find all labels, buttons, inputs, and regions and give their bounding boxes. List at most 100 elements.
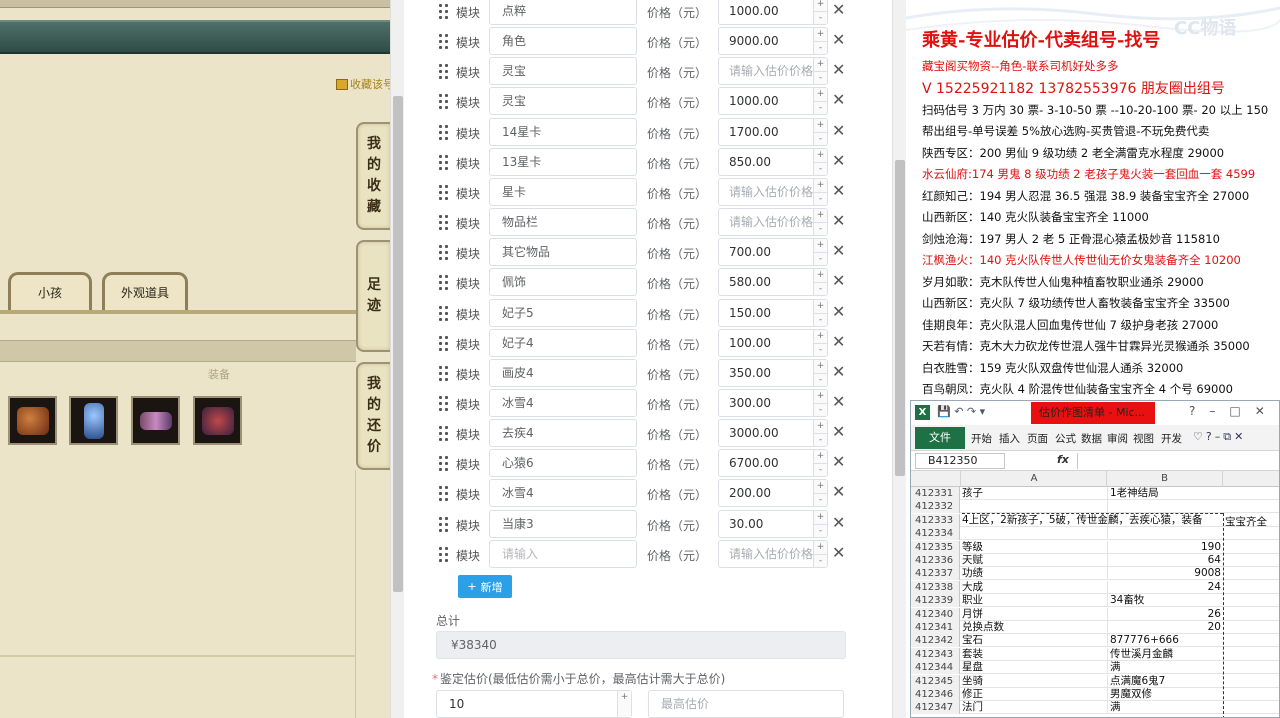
drag-handle-icon[interactable] [439,365,448,381]
delete-row-icon[interactable]: ✕ [832,91,845,109]
tab-file[interactable]: 文件 [915,427,965,449]
number-stepper[interactable]: + - [813,329,827,356]
tab-developer[interactable]: 开发 [1161,431,1182,446]
name-box[interactable]: B412350 [915,453,1005,469]
drag-handle-icon[interactable] [439,335,448,351]
row-header[interactable]: 412336 [911,554,960,567]
delete-row-icon[interactable]: ✕ [832,181,845,200]
row-header[interactable]: 412335 [911,540,960,554]
left-scrollbar[interactable] [390,0,404,718]
module-name-input[interactable]: 请输入 [489,539,637,568]
form-scrollbar[interactable] [892,0,906,718]
quick-access-toolbar[interactable]: 💾 ↶ ↷ ▾ [937,405,985,418]
number-stepper[interactable]: + - [813,88,827,115]
max-estimate-input[interactable]: 最高估价 [648,690,844,718]
increment-icon[interactable]: + [814,88,827,101]
cell-a[interactable] [962,527,1106,540]
drag-handle-icon[interactable] [439,275,448,291]
delete-row-icon[interactable]: ✕ [832,272,845,290]
ribbon-icons[interactable]: ♡?–⧉✕ [1193,430,1246,444]
row-header[interactable]: 412341 [911,621,960,634]
decrement-icon[interactable]: - [814,41,827,54]
number-stepper[interactable]: + - [813,420,827,447]
increment-icon[interactable]: + [814,360,827,373]
module-name-input[interactable]: 冰雪4 [489,388,637,417]
cell-b[interactable]: 1老神结局 [1107,487,1223,500]
heart-icon[interactable]: ♡ [1193,430,1206,443]
scrollbar-thumb[interactable] [393,96,403,592]
increment-icon[interactable]: + [814,269,827,282]
number-stepper[interactable]: + - [813,209,827,236]
delete-row-icon[interactable]: ✕ [832,362,845,381]
tab-child[interactable]: 小孩 [8,272,92,310]
drag-handle-icon[interactable] [439,94,448,110]
drag-handle-icon[interactable] [439,426,448,442]
number-stepper[interactable]: + - [813,480,827,507]
save-icon[interactable]: 💾 [937,405,951,418]
increment-icon[interactable]: + [814,149,827,162]
fx-icon[interactable]: fx [1057,453,1069,466]
number-stepper[interactable]: + - [813,178,827,205]
drag-handle-icon[interactable] [439,34,448,50]
decrement-icon[interactable]: - [814,402,827,416]
increment-icon[interactable]: + [814,179,827,192]
maximize-icon[interactable]: □ [1229,404,1254,418]
module-name-input[interactable]: 画皮4 [489,358,637,387]
decrement-icon[interactable]: - [814,312,827,326]
tab-formulas[interactable]: 公式 [1055,431,1076,446]
number-stepper[interactable]: + - [813,359,827,386]
delete-row-icon[interactable]: ✕ [832,242,845,260]
row-header[interactable]: 412333 [911,513,960,527]
increment-icon[interactable]: + [814,420,827,433]
minimize-ribbon-icon[interactable]: – [1215,430,1224,443]
price-input[interactable]: 200.00 + - [718,479,828,508]
cell-a[interactable]: 坐骑 [962,675,1106,688]
decrement-icon[interactable]: - [814,71,827,84]
redo-icon[interactable]: ↷ [967,405,976,418]
price-input[interactable]: 请输入估价价格 + - [718,177,828,206]
increment-icon[interactable]: + [814,58,827,71]
number-stepper[interactable]: + - [813,239,827,266]
cell-b[interactable]: 64 [1107,554,1223,567]
tab-review[interactable]: 审阅 [1107,431,1128,446]
increment-icon[interactable]: + [814,450,827,463]
delete-row-icon[interactable]: ✕ [832,423,845,441]
row-header[interactable]: 412345 [911,674,960,688]
drag-handle-icon[interactable] [439,305,448,321]
cell-b[interactable]: 男魔双修 [1107,688,1223,701]
number-stepper[interactable]: + - [813,58,827,85]
decrement-icon[interactable]: - [814,11,827,24]
number-stepper[interactable]: + - [813,118,827,145]
drag-handle-icon[interactable] [439,395,448,411]
number-stepper[interactable]: + - [813,450,827,477]
increment-icon[interactable]: + [814,239,827,252]
drag-handle-icon[interactable] [439,184,448,200]
cell-b[interactable]: 满 [1107,661,1223,675]
decrement-icon[interactable]: - [814,342,827,356]
increment-icon[interactable]: + [814,330,827,343]
cell-b[interactable]: 34畜牧 [1107,594,1223,608]
increment-icon[interactable]: + [814,511,827,524]
cell-a[interactable]: 大成 [962,581,1106,594]
cell-b[interactable]: 190 [1107,540,1223,554]
increment-icon[interactable]: + [814,541,827,554]
delete-row-icon[interactable]: ✕ [832,212,845,230]
delete-row-icon[interactable]: ✕ [832,31,845,49]
increment-icon[interactable]: + [814,28,827,41]
close-icon[interactable]: ✕ [1234,430,1246,443]
module-name-input[interactable]: 14星卡 [489,117,637,146]
decrement-icon[interactable]: - [814,252,827,265]
undo-icon[interactable]: ↶ [954,405,963,418]
cell-b[interactable]: 877776+666 [1107,634,1223,648]
customize-icon[interactable]: ▾ [980,405,986,418]
decrement-icon[interactable]: - [814,433,827,446]
cell-a[interactable] [962,500,1106,513]
add-button[interactable]: + 新增 [458,575,512,598]
row-header[interactable]: 412331 [911,487,960,500]
price-input[interactable]: 300.00 + - [718,388,828,417]
decrement-icon[interactable]: - [814,101,827,114]
select-all-corner[interactable] [911,471,961,487]
decrement-icon[interactable]: - [814,161,827,175]
price-input[interactable]: 30.00 + - [718,509,828,538]
restore-icon[interactable]: ⧉ [1223,430,1234,443]
